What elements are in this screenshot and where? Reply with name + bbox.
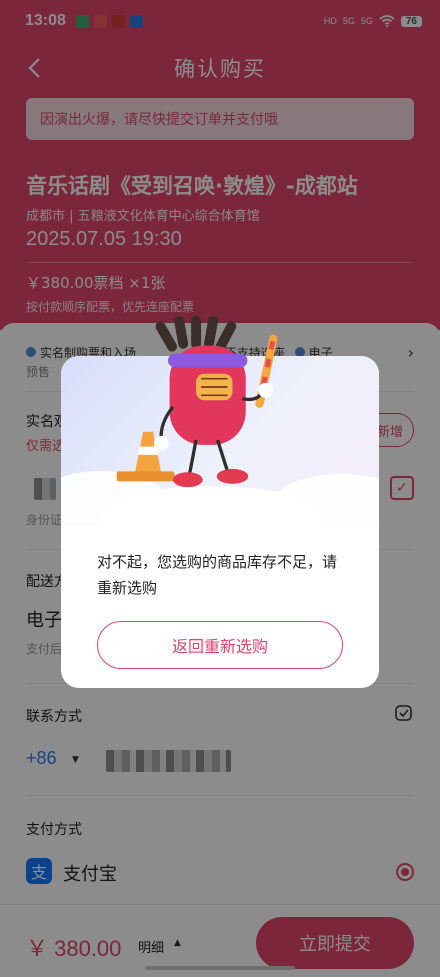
reselect-button[interactable]: 返回重新选购 [97,621,343,669]
dialog-message: 对不起，您选购的商品库存不足，请重新选购 [97,553,338,597]
mascot-illustration [116,315,278,488]
